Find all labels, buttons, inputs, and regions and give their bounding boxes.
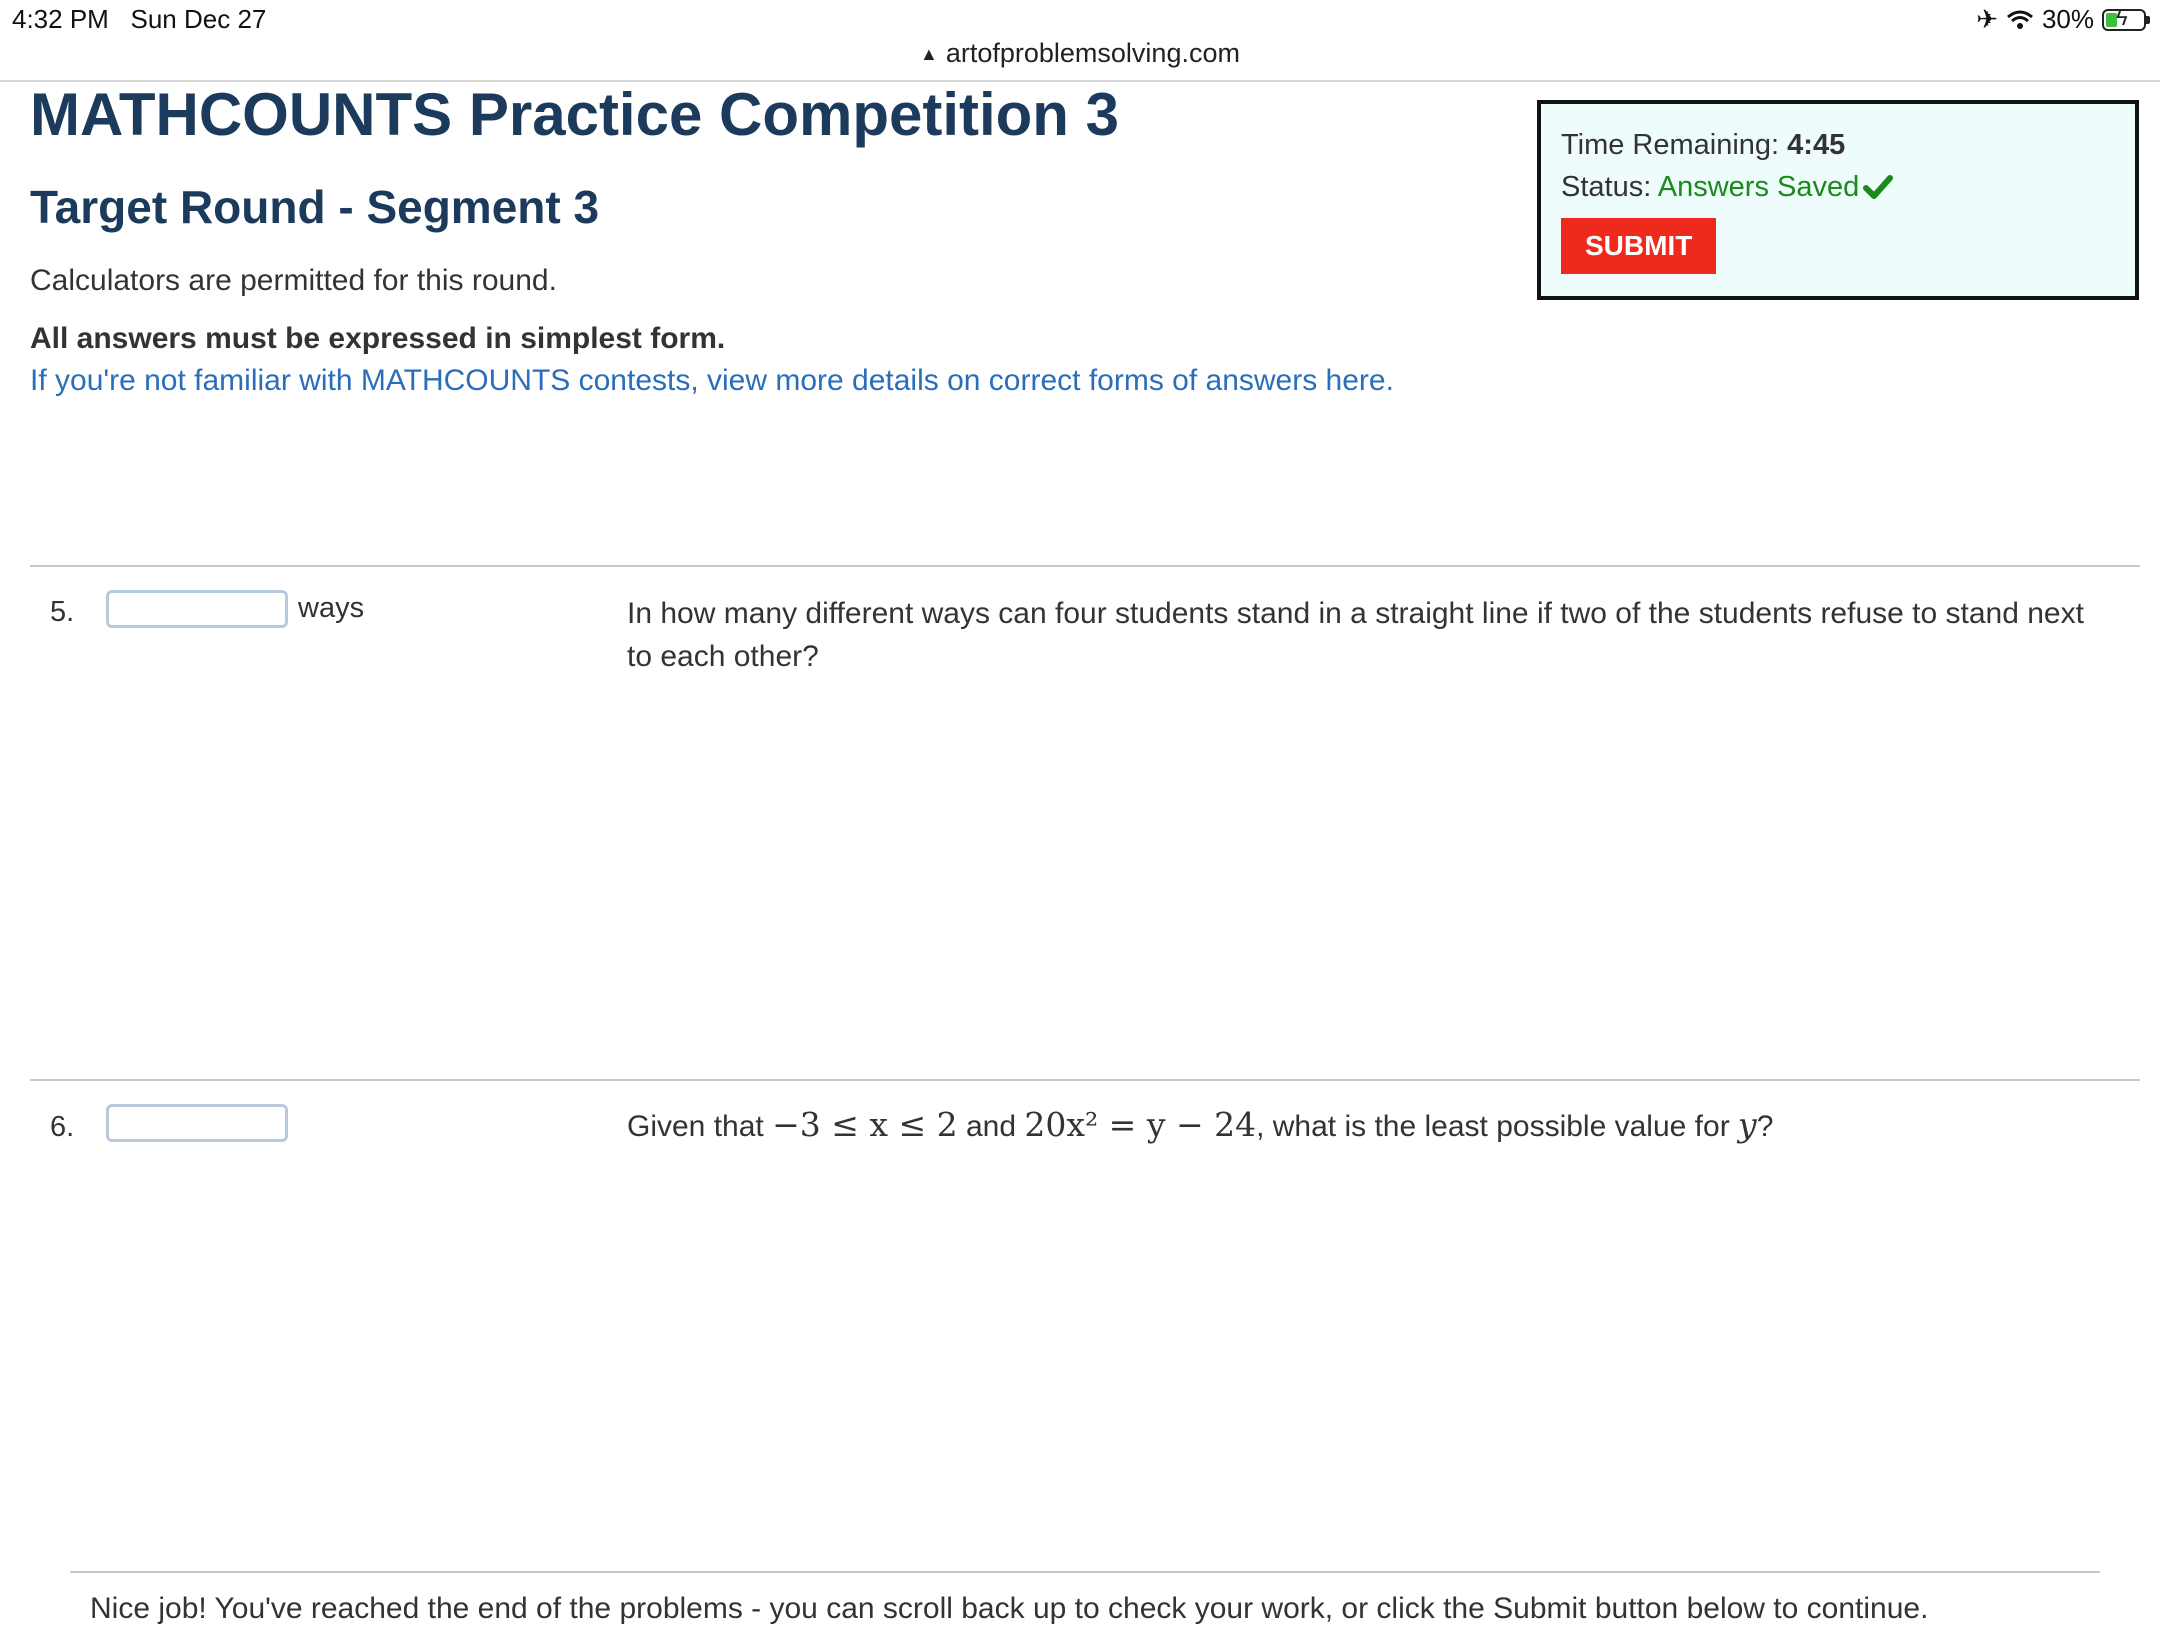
- footer-divider: [70, 1571, 2100, 1573]
- math-equation: 20x² = y − 24: [1024, 1105, 1257, 1144]
- status-label: Status:: [1561, 171, 1652, 203]
- time-remaining-value: 4:45: [1787, 129, 1846, 161]
- problem-6-text-suffix: , what is the least possible value for: [1256, 1110, 1730, 1143]
- problem-divider: [30, 1079, 2140, 1081]
- timer-panel: Time Remaining: 4:45 Status: Answers Sav…: [1537, 100, 2139, 300]
- charging-bolt-icon: ϟ: [2116, 4, 2128, 30]
- time-remaining-label: Time Remaining:: [1561, 129, 1780, 161]
- problem-6-text-prefix: Given that: [627, 1110, 764, 1143]
- battery-percent: 30%: [2041, 4, 2094, 34]
- clock-time: 4:32 PM: [12, 4, 109, 34]
- end-of-problems-note: Nice job! You've reached the end of the …: [90, 1592, 1929, 1625]
- battery-icon: ϟ: [2102, 5, 2150, 31]
- save-status: Status: Answers Saved: [1561, 166, 2115, 208]
- problem-6-text-middle: and: [965, 1110, 1017, 1143]
- time-remaining: Time Remaining: 4:45: [1561, 124, 2115, 166]
- problem-6-text-end: ?: [1756, 1110, 1774, 1143]
- problem-number: 5.: [50, 596, 75, 628]
- problem-divider: [30, 565, 2140, 567]
- clock-date: Sun Dec 27: [130, 4, 267, 34]
- unit-label: ways: [298, 592, 365, 624]
- status-time: 4:32 PM Sun Dec 27: [12, 4, 266, 35]
- problem-text-5: In how many different ways can four stud…: [627, 597, 2084, 673]
- check-icon: [1863, 175, 1894, 199]
- math-variable: y: [1738, 1105, 1757, 1144]
- url-text: artofproblemsolving.com: [945, 38, 1240, 68]
- answer-input-6[interactable]: [106, 1104, 288, 1142]
- airplane-icon: ✈: [1976, 4, 1998, 34]
- ios-status-bar: 4:32 PM Sun Dec 27 ✈ 30% ϟ: [0, 0, 2160, 38]
- answer-input-5[interactable]: [106, 590, 288, 628]
- calculator-note: Calculators are permitted for this round…: [30, 264, 557, 297]
- answer-forms-link[interactable]: If you're not familiar with MATHCOUNTS c…: [30, 364, 1394, 398]
- lock-icon: ▲: [920, 44, 938, 64]
- problem-number: 6.: [50, 1111, 75, 1143]
- status-value: Answers Saved: [1657, 171, 1860, 203]
- submit-button[interactable]: SUBMIT: [1561, 218, 1717, 274]
- simplest-form-note: All answers must be expressed in simples…: [30, 322, 726, 355]
- wifi-icon: [2006, 10, 2033, 29]
- page-title: MATHCOUNTS Practice Competition 3: [30, 81, 1119, 148]
- address-bar[interactable]: ▲ artofproblemsolving.com: [0, 36, 2160, 82]
- round-title: Target Round - Segment 3: [30, 181, 600, 233]
- math-inequality: −3 ≤ x ≤ 2: [772, 1105, 958, 1144]
- status-indicators: ✈ 30% ϟ: [1976, 4, 2150, 35]
- problem-text-6: Given that −3 ≤ x ≤ 2 and 20x² = y − 24,…: [627, 1103, 2127, 1148]
